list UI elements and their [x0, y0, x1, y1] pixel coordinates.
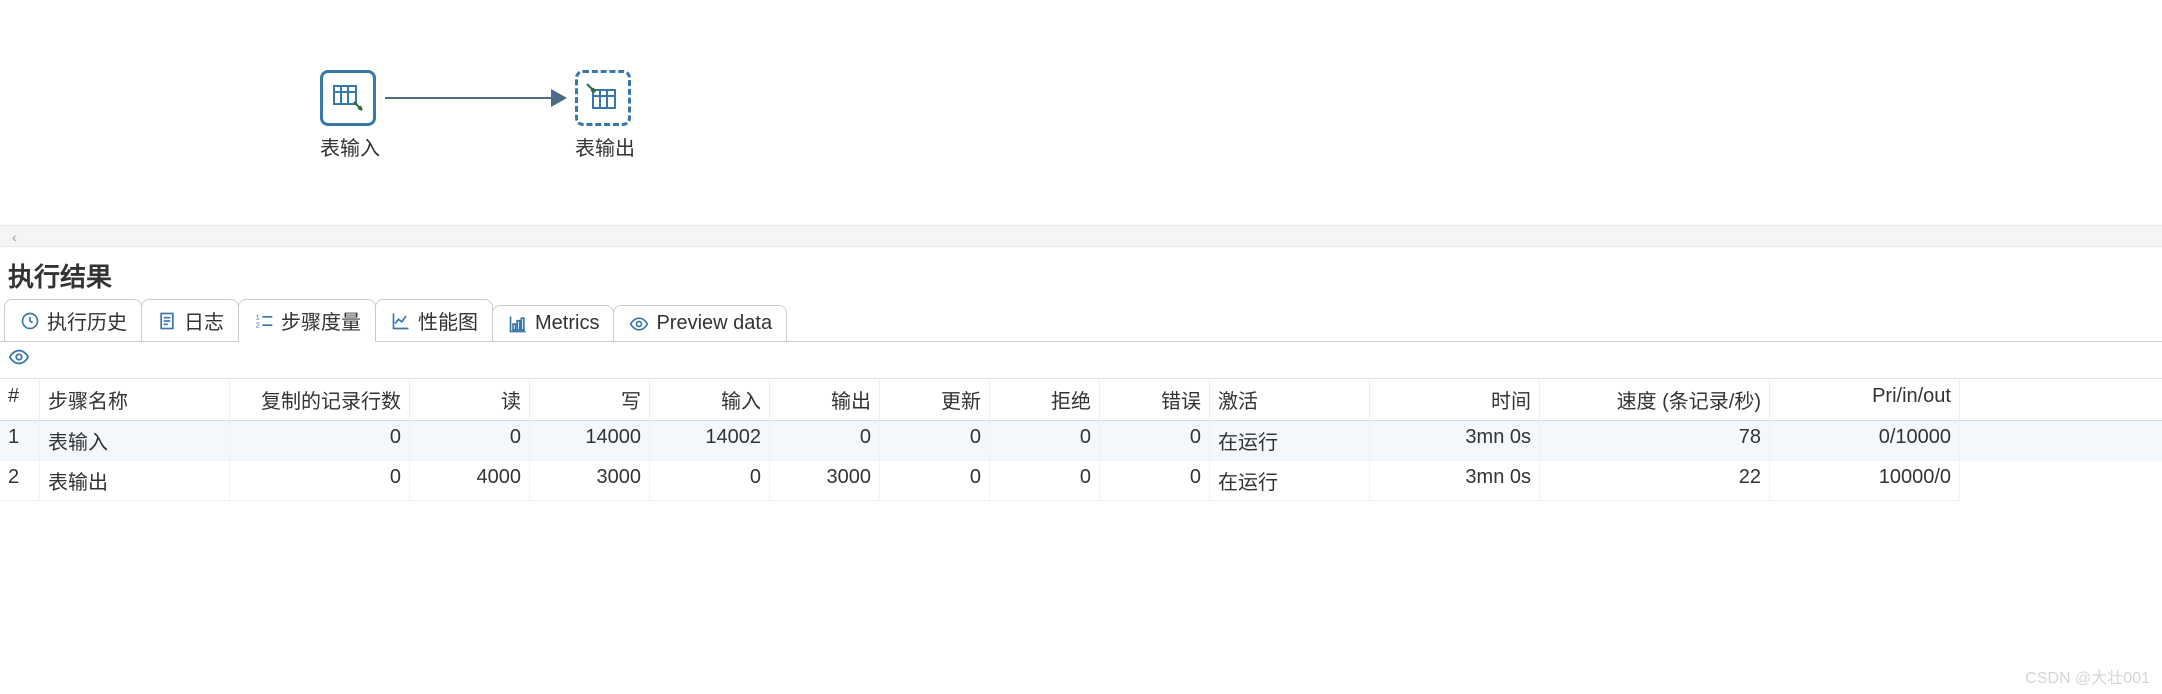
- cell: 表输入: [40, 421, 230, 461]
- col-read[interactable]: 读: [410, 379, 530, 420]
- tab-history[interactable]: 执行历史: [4, 299, 142, 341]
- results-tabs: 执行历史 日志 12 步骤度量 性能图 Metrics Preview data: [0, 302, 2162, 342]
- col-time[interactable]: 时间: [1370, 379, 1540, 420]
- watermark: CSDN @大壮001: [2025, 664, 2150, 688]
- col-output[interactable]: 输出: [770, 379, 880, 420]
- node-table-output[interactable]: 表输出: [575, 70, 635, 161]
- tab-label: 步骤度量: [281, 306, 361, 335]
- cell: 4000: [410, 461, 530, 501]
- cell: 0: [230, 421, 410, 461]
- chart-line-icon: [390, 310, 412, 332]
- table-output-icon: [575, 70, 631, 126]
- table-header-row: # 步骤名称 复制的记录行数 读 写 输入 输出 更新 拒绝 错误 激活 时间 …: [0, 379, 2162, 421]
- col-index[interactable]: #: [0, 379, 40, 420]
- node-label: 表输出: [575, 132, 635, 161]
- col-speed[interactable]: 速度 (条记录/秒): [1540, 379, 1770, 420]
- cell: 在运行: [1210, 421, 1370, 461]
- cell: 3000: [770, 461, 880, 501]
- clock-icon: [19, 310, 41, 332]
- cell: 0: [990, 421, 1100, 461]
- metrics-table: # 步骤名称 复制的记录行数 读 写 输入 输出 更新 拒绝 错误 激活 时间 …: [0, 379, 2162, 501]
- svg-text:2: 2: [256, 320, 260, 329]
- bar-chart-icon: [507, 313, 529, 335]
- cell: 0: [990, 461, 1100, 501]
- col-update[interactable]: 更新: [880, 379, 990, 420]
- eye-icon: [8, 346, 30, 368]
- tab-label: 性能图: [418, 306, 478, 335]
- cell: 0: [650, 461, 770, 501]
- cell: 10000/0: [1770, 461, 1960, 501]
- document-icon: [156, 310, 178, 332]
- cell: 3mn 0s: [1370, 461, 1540, 501]
- col-active[interactable]: 激活: [1210, 379, 1370, 420]
- tab-label: Preview data: [656, 312, 772, 335]
- cell: 0: [880, 461, 990, 501]
- cell: 1: [0, 421, 40, 461]
- col-errors[interactable]: 错误: [1100, 379, 1210, 420]
- cell: 表输出: [40, 461, 230, 501]
- col-reject[interactable]: 拒绝: [990, 379, 1100, 420]
- cell: 78: [1540, 421, 1770, 461]
- toolbar-eye[interactable]: [0, 342, 2162, 379]
- cell: 14000: [530, 421, 650, 461]
- horizontal-scroll-hint[interactable]: ‹: [0, 225, 2162, 247]
- col-copied[interactable]: 复制的记录行数: [230, 379, 410, 420]
- tab-metrics[interactable]: Metrics: [492, 305, 614, 341]
- table-row[interactable]: 2表输出04000300003000000在运行3mn 0s2210000/0: [0, 461, 2162, 501]
- cell: 2: [0, 461, 40, 501]
- list-ordered-icon: 12: [253, 310, 275, 332]
- col-input[interactable]: 输入: [650, 379, 770, 420]
- cell: 14002: [650, 421, 770, 461]
- tab-preview-data[interactable]: Preview data: [613, 305, 787, 341]
- eye-icon: [628, 313, 650, 335]
- cell: 0/10000: [1770, 421, 1960, 461]
- transformation-canvas[interactable]: 表输入 表输出: [0, 0, 2162, 225]
- cell: 0: [1100, 421, 1210, 461]
- tab-log[interactable]: 日志: [141, 299, 239, 341]
- cell: 22: [1540, 461, 1770, 501]
- node-label: 表输入: [320, 132, 380, 161]
- tab-label: 执行历史: [47, 306, 127, 335]
- node-table-input[interactable]: 表输入: [320, 70, 380, 161]
- cell: 0: [230, 461, 410, 501]
- col-write[interactable]: 写: [530, 379, 650, 420]
- col-pri[interactable]: Pri/in/out: [1770, 379, 1960, 420]
- cell: 0: [1100, 461, 1210, 501]
- tab-step-metrics[interactable]: 12 步骤度量: [238, 299, 376, 341]
- cell: 0: [410, 421, 530, 461]
- tab-label: Metrics: [535, 312, 599, 335]
- table-row[interactable]: 1表输入0014000140020000在运行3mn 0s780/10000: [0, 421, 2162, 461]
- connection-arrow[interactable]: [385, 97, 565, 99]
- col-step-name[interactable]: 步骤名称: [40, 379, 230, 420]
- cell: 0: [770, 421, 880, 461]
- tab-performance-graph[interactable]: 性能图: [375, 299, 493, 341]
- cell: 3000: [530, 461, 650, 501]
- tab-label: 日志: [184, 306, 224, 335]
- cell: 3mn 0s: [1370, 421, 1540, 461]
- section-title: 执行结果: [0, 247, 2162, 302]
- cell: 在运行: [1210, 461, 1370, 501]
- cell: 0: [880, 421, 990, 461]
- table-input-icon: [320, 70, 376, 126]
